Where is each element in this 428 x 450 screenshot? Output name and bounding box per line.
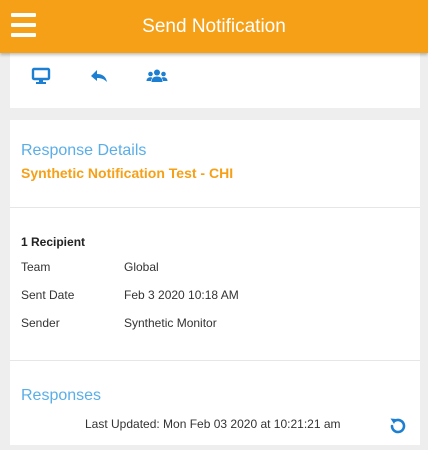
reply-icon[interactable] bbox=[86, 65, 112, 87]
response-details-card: Response Details Synthetic Notification … bbox=[10, 120, 420, 445]
app-header: Send Notification bbox=[0, 0, 428, 53]
notification-name: Synthetic Notification Test - CHI bbox=[21, 165, 234, 181]
team-label: Team bbox=[21, 260, 51, 274]
page-title: Send Notification bbox=[142, 16, 286, 37]
sender-label: Sender bbox=[21, 316, 60, 330]
refresh-icon[interactable] bbox=[387, 415, 409, 437]
response-details-heading: Response Details bbox=[21, 142, 147, 159]
team-value: Global bbox=[124, 260, 159, 274]
divider bbox=[10, 207, 420, 208]
sent-date-label: Sent Date bbox=[21, 288, 75, 302]
monitor-icon[interactable] bbox=[28, 65, 54, 87]
sender-value: Synthetic Monitor bbox=[124, 316, 217, 330]
recipient-count: 1 Recipient bbox=[21, 235, 86, 249]
responses-heading: Responses bbox=[21, 387, 102, 404]
sent-date-value: Feb 3 2020 10:18 AM bbox=[124, 288, 239, 302]
divider bbox=[10, 360, 420, 361]
group-icon[interactable] bbox=[144, 65, 170, 87]
last-updated-text: Last Updated: Mon Feb 03 2020 at 10:21:2… bbox=[85, 417, 341, 431]
action-toolbar bbox=[10, 53, 420, 108]
